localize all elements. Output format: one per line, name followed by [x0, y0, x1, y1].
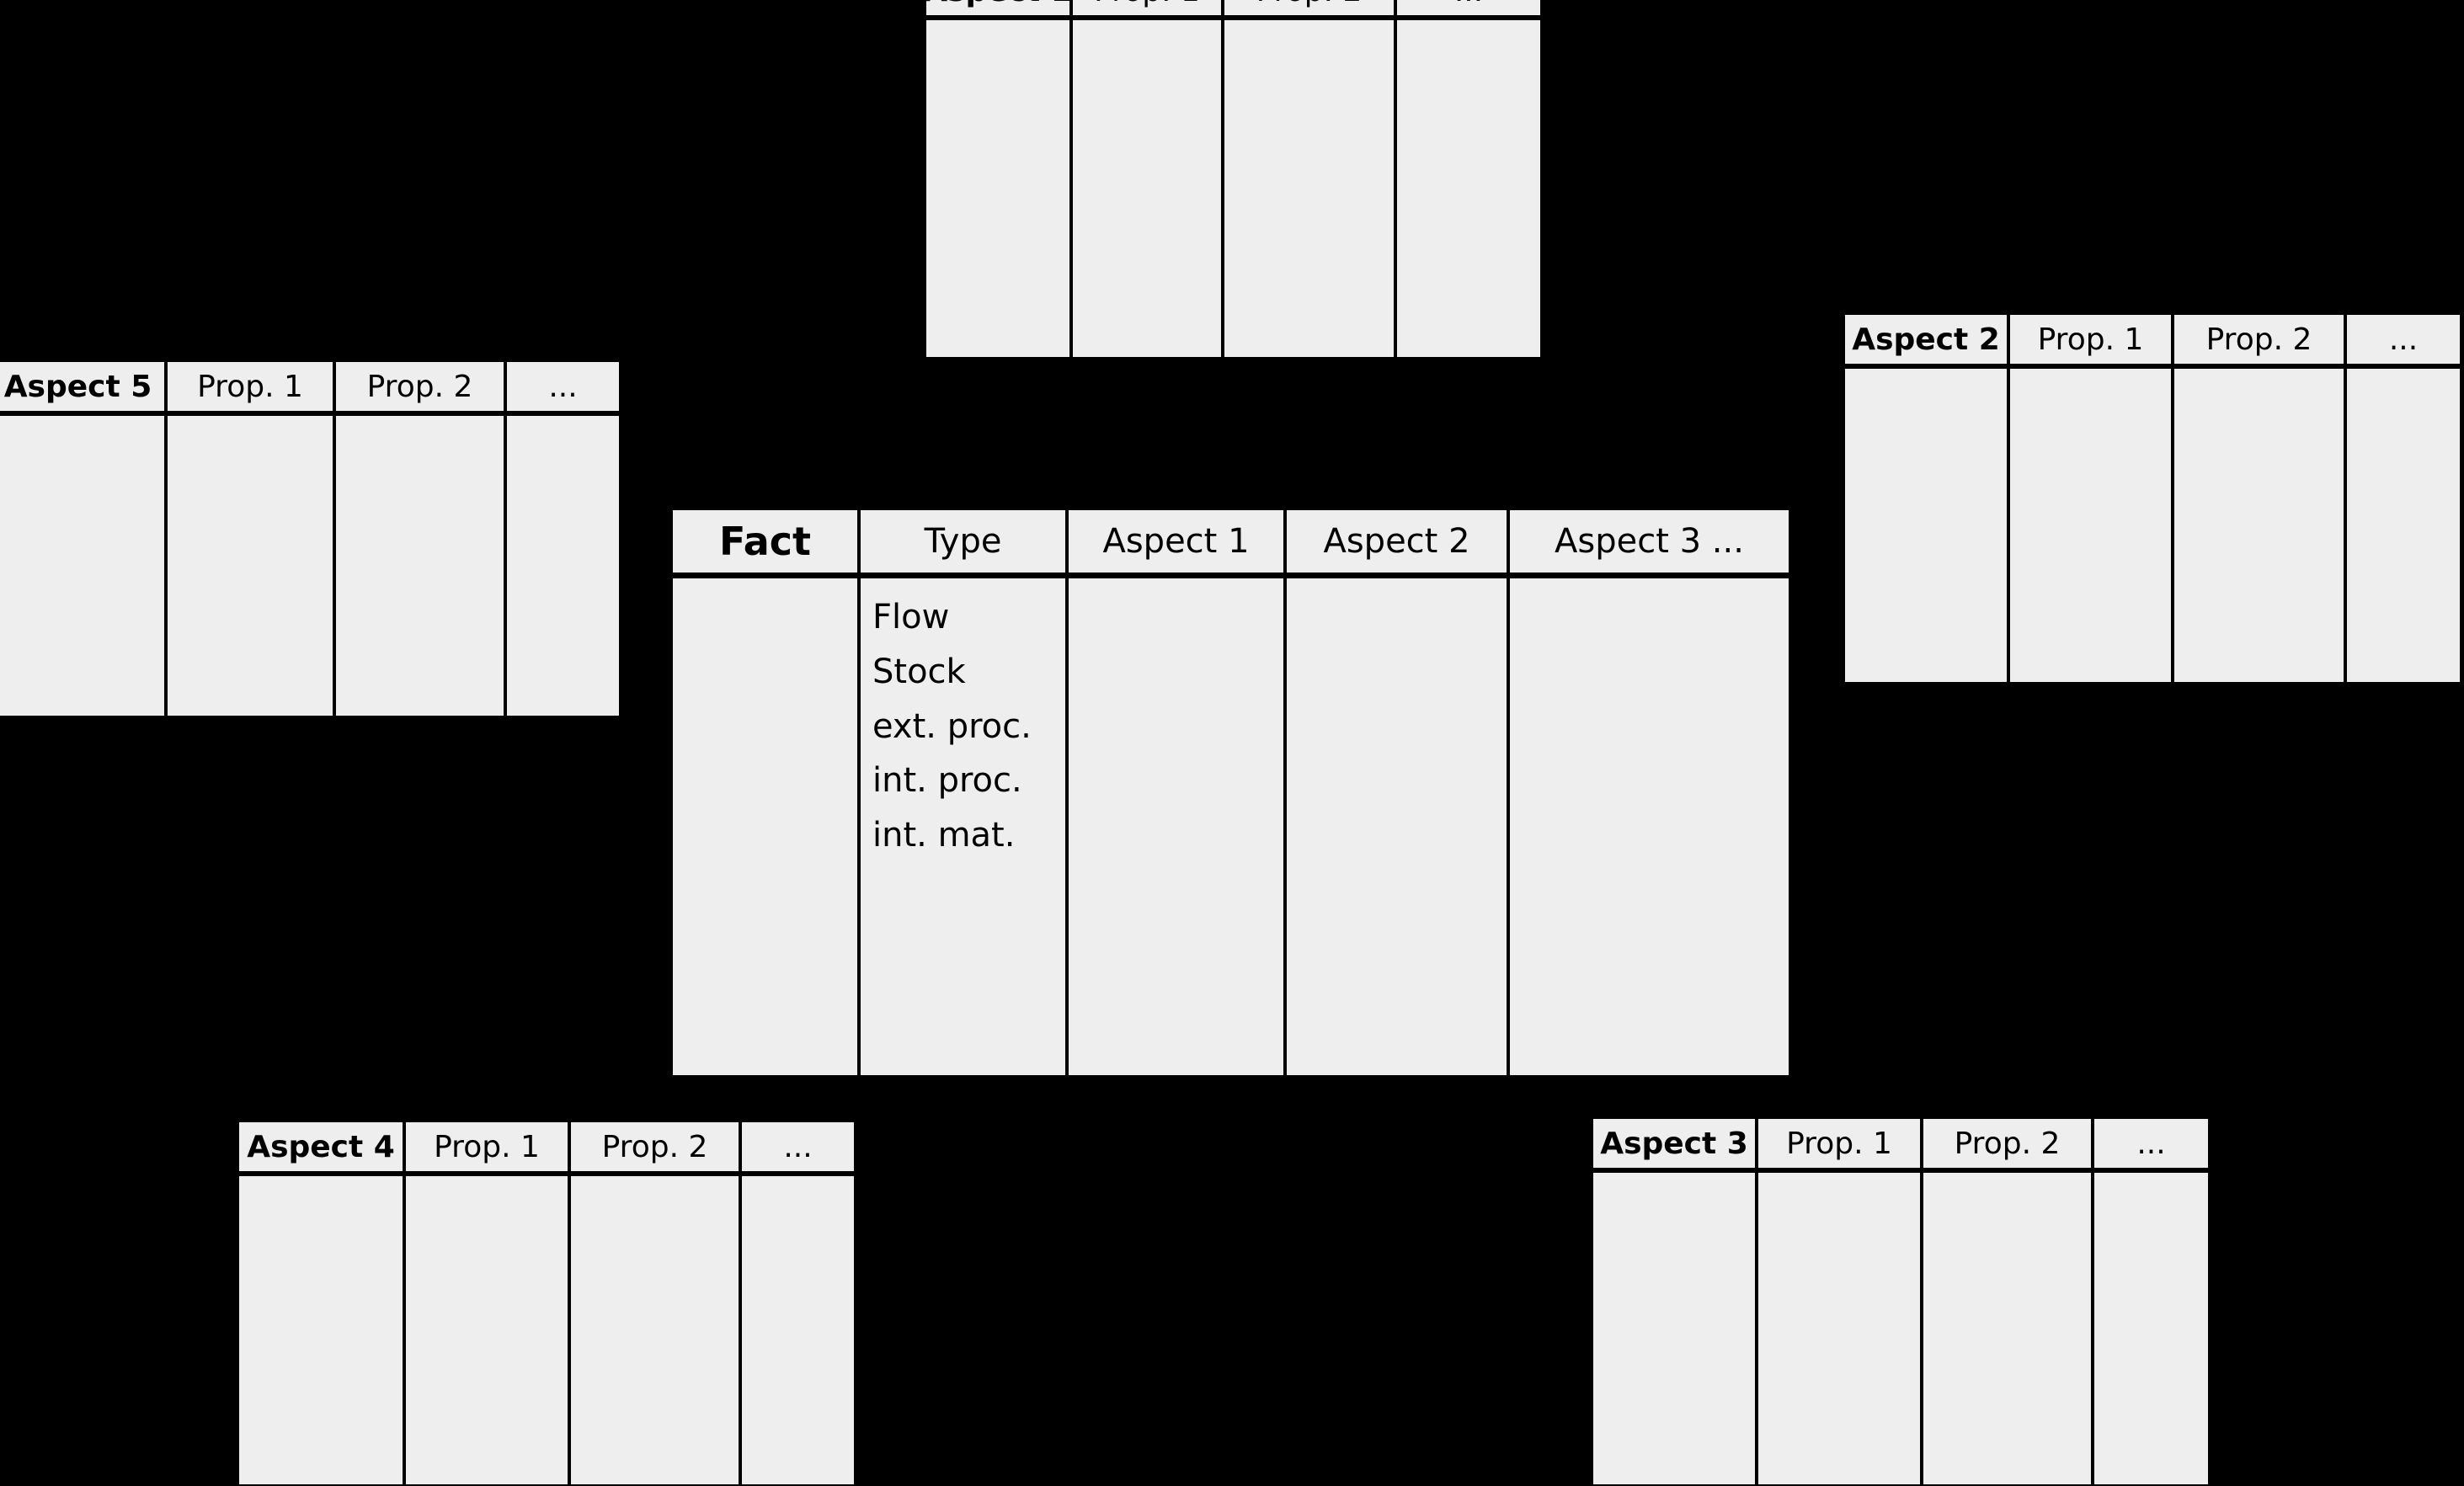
- aspect-3-prop2-cell: [1922, 1169, 2093, 1486]
- aspect-2-table[interactable]: Aspect 2 Prop. 1 Prop. 2 ...: [1843, 313, 2461, 684]
- fact-type-cell: Flow Stock ext. proc. int. proc. int. ma…: [859, 574, 1067, 1077]
- aspect-2-body-row: [1843, 365, 2461, 684]
- aspect-1-prop2-header: Prop. 2: [1223, 0, 1395, 17]
- fact-type-value-flow: Flow: [872, 598, 950, 636]
- fact-aspect2-cell: [1285, 574, 1508, 1077]
- fact-table[interactable]: Fact Type Aspect 1 Aspect 2 Aspect 3 ...…: [671, 509, 1790, 1077]
- fact-type-value-ext-proc: ext. proc.: [872, 706, 1032, 746]
- connector-fact-to-aspect5: [618, 413, 674, 590]
- aspect-1-header-row: Aspect 1 Prop. 1 Prop. 2 ...: [925, 0, 1542, 17]
- arrowhead-aspect5: [617, 411, 645, 448]
- fact-body-row: Flow Stock ext. proc. int. proc. int. ma…: [671, 574, 1790, 1077]
- aspect-2-prop1-header: Prop. 1: [2008, 313, 2173, 365]
- aspect-3-body-row: [1592, 1169, 2210, 1486]
- aspect-1-prop1-header: Prop. 1: [1071, 0, 1223, 17]
- aspect-4-prop2-header: Prop. 2: [569, 1121, 740, 1173]
- aspect-1-key-cell: [925, 17, 1071, 359]
- aspect-2-prop1-cell: [2008, 365, 2173, 684]
- aspect-1-prop1-cell: [1071, 17, 1223, 359]
- fact-aspect1-cell: [1067, 574, 1285, 1077]
- fact-type-value-int-proc: int. proc.: [872, 761, 1022, 801]
- aspect-4-body-row: [237, 1173, 856, 1486]
- aspect-4-more-header: ...: [740, 1121, 856, 1173]
- aspect-1-more-header: ...: [1395, 0, 1542, 17]
- aspect-5-table[interactable]: Aspect 5 Prop. 1 Prop. 2 ...: [0, 360, 621, 717]
- aspect-2-header-row: Aspect 2 Prop. 1 Prop. 2 ...: [1843, 313, 2461, 365]
- aspect-5-prop1-header: Prop. 1: [166, 360, 334, 413]
- fact-aspect3-header: Aspect 3 ...: [1508, 509, 1790, 574]
- aspect-4-key-cell: [237, 1173, 404, 1486]
- aspect-1-body-row: [925, 17, 1542, 359]
- fact-key-header: Fact: [671, 509, 859, 574]
- aspect-5-prop2-cell: [334, 413, 505, 717]
- aspect-1-more-cell: [1395, 17, 1542, 359]
- aspect-2-key-cell: [1843, 365, 2008, 684]
- fact-header-row: Fact Type Aspect 1 Aspect 2 Aspect 3 ...: [671, 509, 1790, 574]
- aspect-5-more-cell: [505, 413, 621, 717]
- aspect-2-prop2-cell: [2173, 365, 2345, 684]
- fact-aspect2-header: Aspect 2: [1285, 509, 1508, 574]
- aspect-1-table[interactable]: Aspect 1 Prop. 1 Prop. 2 ...: [925, 0, 1542, 359]
- aspect-4-more-cell: [740, 1173, 856, 1486]
- aspect-3-key-cell: [1592, 1169, 1757, 1486]
- aspect-5-body-row: [0, 413, 621, 717]
- aspect-5-key-cell: [0, 413, 166, 717]
- aspect-5-prop1-cell: [166, 413, 334, 717]
- aspect-3-prop2-header: Prop. 2: [1922, 1117, 2093, 1169]
- fact-aspect3-cell: [1508, 574, 1790, 1077]
- fact-type-value-int-mat: int. mat.: [872, 816, 1016, 855]
- aspect-3-table[interactable]: Aspect 3 Prop. 1 Prop. 2 ...: [1592, 1117, 2210, 1486]
- connector-fact-to-aspect4: [546, 1074, 672, 1123]
- connector-fact-to-aspect3: [1789, 1074, 1901, 1120]
- aspect-2-prop2-header: Prop. 2: [2173, 313, 2345, 365]
- aspect-3-prop1-cell: [1757, 1169, 1922, 1486]
- aspect-4-header-row: Aspect 4 Prop. 1 Prop. 2 ...: [237, 1121, 856, 1173]
- aspect-3-header-row: Aspect 3 Prop. 1 Prop. 2 ...: [1592, 1117, 2210, 1169]
- aspect-2-more-header: ...: [2345, 313, 2461, 365]
- aspect-4-prop1-header: Prop. 1: [404, 1121, 569, 1173]
- aspect-3-more-cell: [2093, 1169, 2210, 1486]
- aspect-5-prop2-header: Prop. 2: [334, 360, 505, 413]
- aspect-1-key-header: Aspect 1: [925, 0, 1071, 17]
- aspect-4-table[interactable]: Aspect 4 Prop. 1 Prop. 2 ...: [237, 1121, 856, 1486]
- aspect-5-more-header: ...: [505, 360, 621, 413]
- aspect-4-prop2-cell: [569, 1173, 740, 1486]
- fact-type-value-stock: Stock: [872, 652, 966, 691]
- aspect-5-key-header: Aspect 5: [0, 360, 166, 413]
- fact-aspect1-header: Aspect 1: [1067, 509, 1285, 574]
- aspect-4-prop1-cell: [404, 1173, 569, 1486]
- fact-type-value-list: Flow Stock ext. proc. int. proc. int. ma…: [861, 578, 1065, 1075]
- arrowhead-aspect2: [1813, 573, 1848, 606]
- aspect-4-key-header: Aspect 4: [237, 1121, 404, 1173]
- aspect-3-key-header: Aspect 3: [1592, 1117, 1757, 1169]
- aspect-5-header-row: Aspect 5 Prop. 1 Prop. 2 ...: [0, 360, 621, 413]
- diagram-canvas: Aspect 1 Prop. 1 Prop. 2 ... Aspect 2 Pr…: [0, 0, 2464, 1486]
- aspect-3-more-header: ...: [2093, 1117, 2210, 1169]
- fact-type-header: Type: [859, 509, 1067, 574]
- aspect-2-more-cell: [2345, 365, 2461, 684]
- aspect-2-key-header: Aspect 2: [1843, 313, 2008, 365]
- aspect-1-prop2-cell: [1223, 17, 1395, 359]
- fact-key-cell: [671, 574, 859, 1077]
- aspect-3-prop1-header: Prop. 1: [1757, 1117, 1922, 1169]
